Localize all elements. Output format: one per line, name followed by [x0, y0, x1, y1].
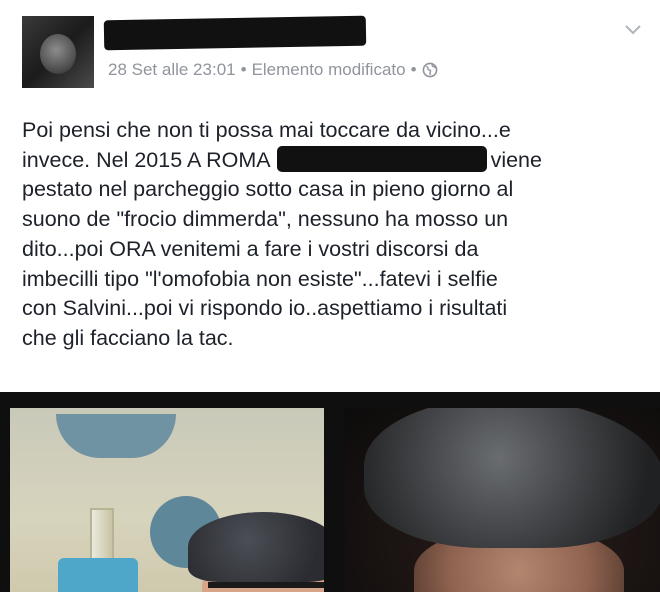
- post-text-line: pestato nel parcheggio sotto casa in pie…: [22, 177, 514, 202]
- photo-closeup[interactable]: [344, 408, 660, 592]
- facebook-post: 28 Set alle 23:01 • Elemento modificato …: [0, 0, 660, 592]
- photo-detail-lamp: [56, 414, 176, 458]
- chevron-down-icon[interactable]: [624, 24, 642, 36]
- post-text-line: dito...poi ORA venitemi a fare i vostri …: [22, 236, 479, 261]
- post-photos: [0, 392, 660, 592]
- avatar-photo: [40, 34, 76, 74]
- post-timestamp[interactable]: 28 Set alle 23:01: [108, 60, 236, 80]
- redacted-person-name: [276, 145, 487, 172]
- photo-selfie[interactable]: [10, 408, 324, 592]
- globe-icon[interactable]: [422, 62, 438, 78]
- post-text-line: suono de "frocio dimmerda", nessuno ha m…: [22, 207, 509, 232]
- post-meta: 28 Set alle 23:01 • Elemento modificato …: [108, 60, 438, 80]
- edited-label[interactable]: Elemento modificato: [252, 60, 406, 80]
- meta-separator: •: [240, 60, 247, 79]
- post-text-line: Poi pensi che non ti possa mai toccare d…: [22, 118, 511, 142]
- post-text-line: con Salvini...poi vi rispondo io..aspett…: [22, 296, 508, 321]
- post-text-fragment: invece. Nel 2015 A ROMA: [22, 147, 271, 172]
- post-text-line: imbecilli tipo "l'omofobia non esiste"..…: [22, 266, 498, 291]
- photo-detail-hair: [188, 512, 324, 582]
- post-text-line: che gli facciano la tac.: [22, 325, 234, 350]
- photo-detail-glasses: [208, 582, 324, 592]
- post-text: Poi pensi che non ti possa mai toccare d…: [22, 116, 642, 354]
- redacted-author-name: [103, 15, 367, 51]
- photo-detail-hair: [364, 408, 660, 548]
- post-text-line: invece. Nel 2015 A ROMA viene: [22, 145, 642, 176]
- photo-detail-bottle: [58, 558, 138, 592]
- avatar[interactable]: [22, 16, 94, 88]
- meta-separator-2: •: [410, 60, 417, 79]
- post-text-fragment: viene: [490, 147, 542, 172]
